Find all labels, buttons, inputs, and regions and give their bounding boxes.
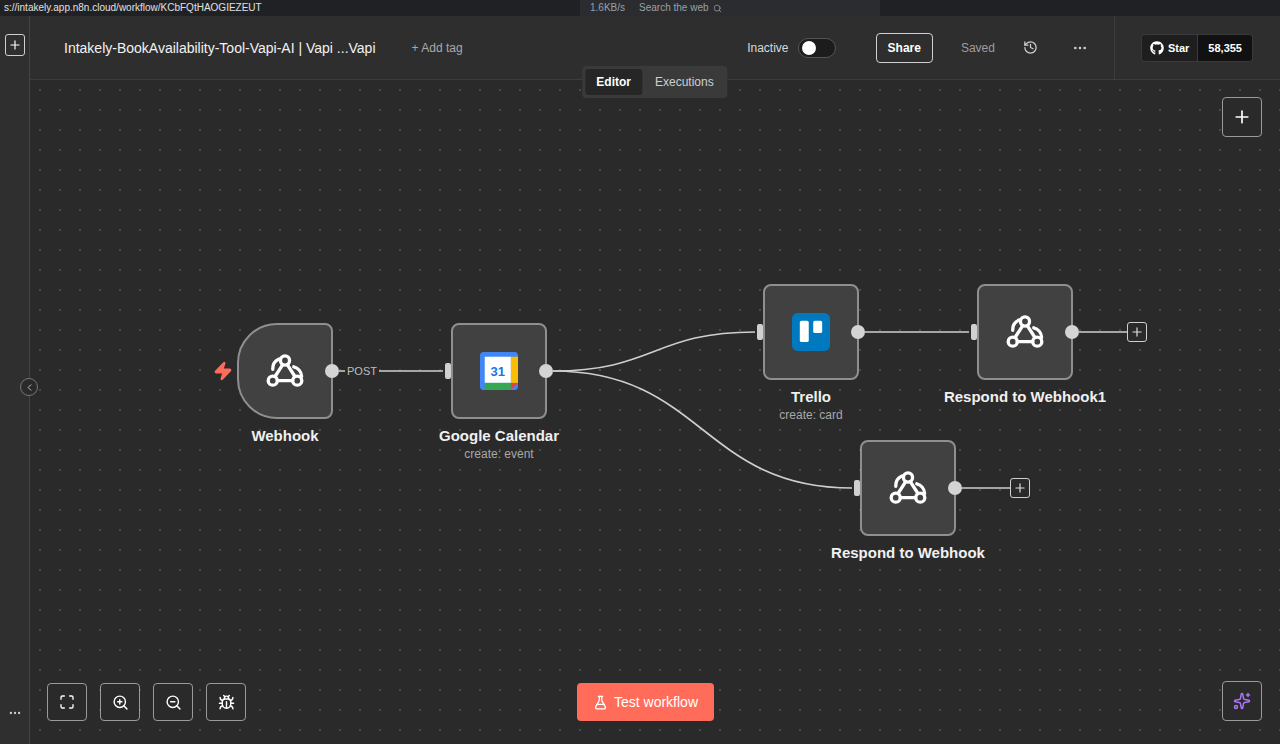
node-name: Google Calendar (439, 427, 559, 444)
canvas-controls (47, 683, 246, 721)
node-name: Respond to Webhook1 (944, 388, 1106, 405)
node-operation: create: card (779, 408, 842, 422)
view-tab[interactable]: Editor (585, 69, 642, 95)
zoom-out-icon (165, 694, 182, 711)
sparkles-icon (1233, 692, 1251, 710)
browser-search[interactable]: Search the web (639, 2, 722, 14)
network-speed: 1.6KB/s (590, 2, 625, 14)
connection[interactable] (553, 332, 755, 371)
test-workflow-button[interactable]: Test workflow (577, 683, 714, 721)
chevron-left-icon (24, 382, 35, 393)
node-label: Respond to Webhook1 (915, 388, 1135, 405)
node-label: Respond to Webhook (798, 544, 1018, 561)
sidebar (0, 16, 30, 744)
add-tag[interactable]: + Add tag (412, 41, 463, 55)
menu-button[interactable] (1072, 40, 1088, 56)
browser-toolbar: 1.6KB/s Search the web (580, 0, 880, 16)
add-connection-line (962, 487, 1010, 489)
view-tab[interactable]: Executions (644, 69, 725, 95)
ai-assistant-button[interactable] (1222, 681, 1262, 721)
workflow-node[interactable] (860, 440, 956, 536)
trigger-mark (213, 361, 233, 381)
more-button[interactable] (8, 706, 22, 720)
plus-icon (1232, 107, 1252, 127)
share-button[interactable]: Share (876, 33, 933, 63)
debug-button[interactable] (206, 683, 246, 721)
collapse-button[interactable] (20, 378, 38, 396)
add-button[interactable] (5, 34, 25, 56)
workflow-node[interactable] (237, 323, 333, 419)
view-tabs: EditorExecutions (582, 66, 727, 98)
node-label: Webhook (175, 427, 395, 444)
ellipsis-icon (1072, 40, 1088, 56)
node-operation: create: event (464, 447, 533, 461)
workflow-node[interactable] (977, 284, 1073, 380)
trello-icon (792, 313, 830, 351)
input-handle[interactable] (445, 363, 451, 379)
webhook-icon (887, 468, 929, 508)
add-node-panel-button[interactable] (1222, 97, 1262, 137)
save-status: Saved (961, 41, 995, 55)
divider (1114, 16, 1115, 80)
zoom-in-button[interactable] (100, 683, 140, 721)
google-calendar-icon: 31 (480, 352, 518, 390)
output-handle[interactable] (1065, 325, 1079, 339)
fit-view-button[interactable] (47, 683, 87, 721)
connections (30, 80, 1280, 744)
output-handle[interactable] (325, 364, 339, 378)
output-handle[interactable] (851, 325, 865, 339)
add-connection-line (1079, 331, 1127, 333)
connection[interactable] (865, 331, 969, 333)
add-node-button[interactable] (1010, 478, 1030, 498)
node-name: Trello (791, 388, 831, 405)
connection[interactable] (553, 371, 852, 488)
active-label: Inactive (747, 41, 788, 55)
history-button[interactable] (1023, 40, 1038, 55)
history-icon (1023, 40, 1038, 55)
input-handle[interactable] (971, 324, 977, 340)
active-toggle[interactable] (798, 38, 836, 58)
node-label: Google Calendar create: event (389, 427, 609, 461)
output-handle[interactable] (539, 364, 553, 378)
page: s://intakely.app.n8n.cloud/workflow/KCbF… (0, 0, 1280, 744)
input-handle[interactable] (854, 480, 860, 496)
ellipsis-icon (8, 706, 22, 720)
flask-icon (593, 695, 608, 710)
connection-label: POST (345, 364, 379, 378)
webhook-icon (1004, 312, 1046, 352)
node-name: Webhook (251, 427, 318, 444)
address-bar[interactable]: s://intakely.app.n8n.cloud/workflow/KCbF… (0, 2, 580, 14)
workflow-node[interactable]: 31 (451, 323, 547, 419)
input-handle[interactable] (757, 324, 763, 340)
plus-icon (1013, 481, 1027, 495)
webhook-icon (264, 351, 306, 391)
plus-icon (1130, 325, 1144, 339)
zoom-in-icon (112, 694, 129, 711)
workflow-title[interactable]: Intakely-BookAvailability-Tool-Vapi-AI |… (64, 40, 376, 56)
toggle-knob (802, 41, 816, 55)
github-icon (1150, 41, 1164, 55)
fit-view-icon (59, 694, 75, 710)
lightning-icon (213, 361, 233, 381)
svg-text:31: 31 (491, 364, 506, 379)
github-star-button[interactable]: Star 58,355 (1141, 34, 1253, 62)
github-label: Star (1168, 42, 1189, 54)
node-label: Trello create: card (701, 388, 921, 422)
search-icon (713, 4, 722, 13)
plus-icon (8, 38, 22, 52)
output-handle[interactable] (948, 481, 962, 495)
bug-icon (218, 694, 235, 711)
browser-bar: s://intakely.app.n8n.cloud/workflow/KCbF… (0, 0, 1280, 16)
workflow-node[interactable] (763, 284, 859, 380)
github-count: 58,355 (1197, 35, 1252, 61)
workflow-canvas[interactable]: EditorExecutionsPOSTWebhook31Google Cale… (30, 80, 1280, 744)
zoom-out-button[interactable] (153, 683, 193, 721)
node-name: Respond to Webhook (831, 544, 985, 561)
add-node-button[interactable] (1127, 322, 1147, 342)
